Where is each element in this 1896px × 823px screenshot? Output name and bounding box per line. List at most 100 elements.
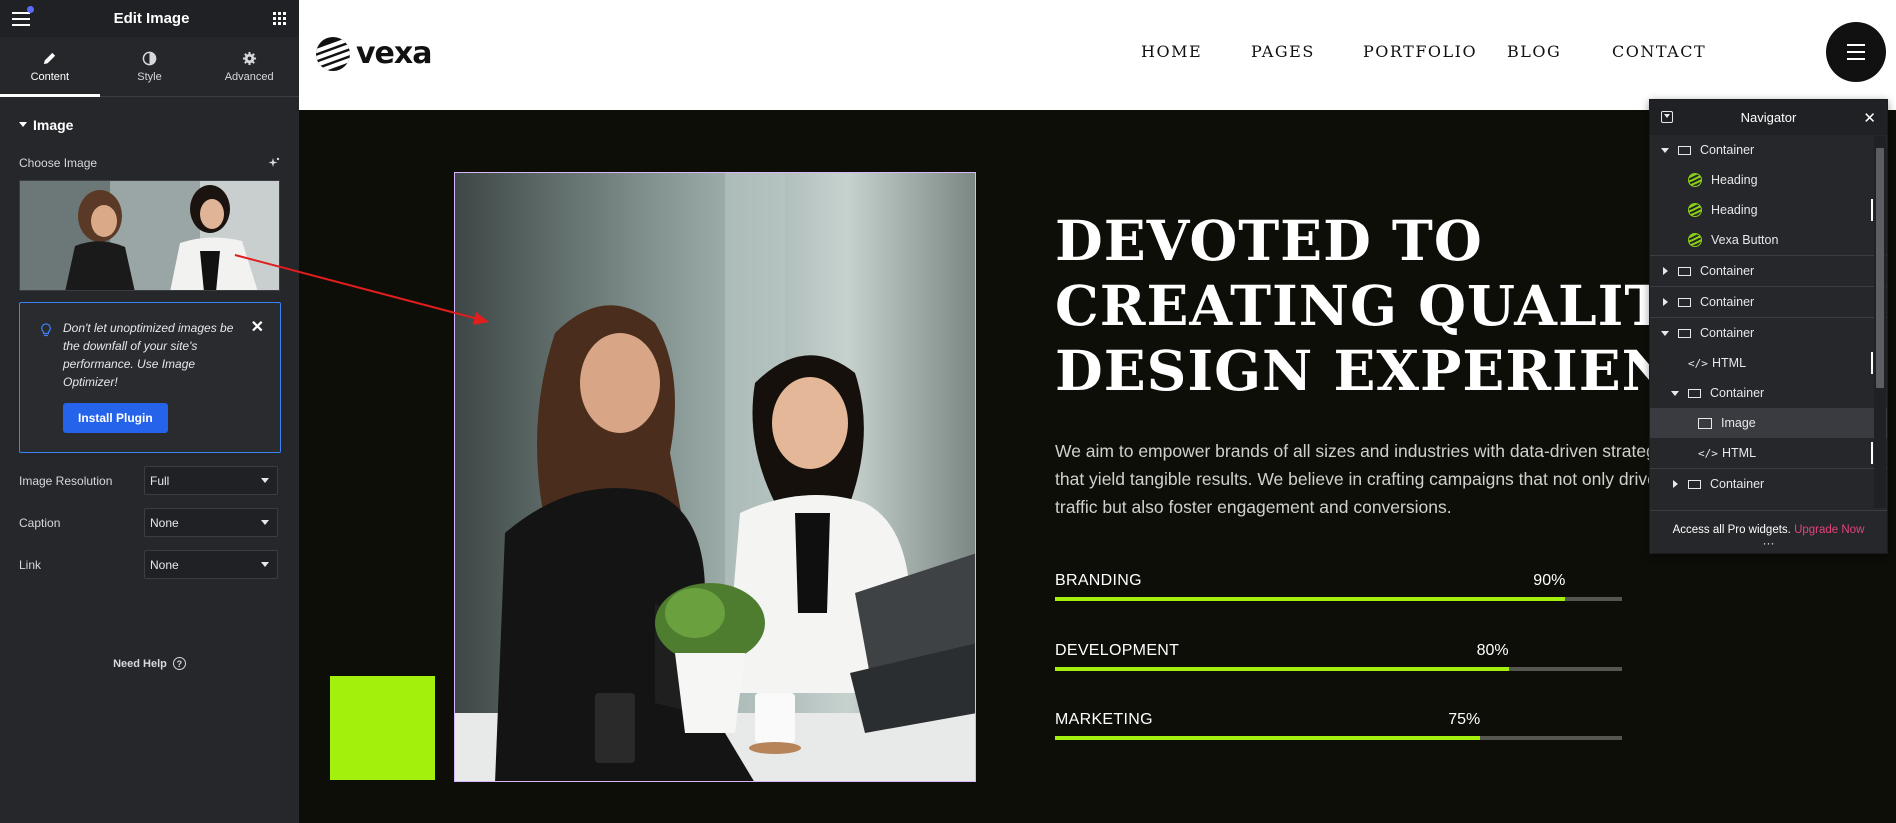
link-select[interactable]: None	[144, 550, 278, 579]
code-icon: </>	[1698, 446, 1718, 460]
nav-portfolio[interactable]: PORTFOLIO	[1363, 42, 1477, 61]
caret-down-icon	[1671, 390, 1679, 396]
notice-message: Don't let unoptimized images be the down…	[63, 321, 234, 389]
need-help-link[interactable]: Need Help ?	[0, 657, 299, 670]
navigator-item-container[interactable]: Container	[1650, 287, 1887, 317]
logo-text: vexa	[356, 36, 432, 71]
navigator-item-label: Container	[1710, 477, 1765, 491]
link-control: Link None	[0, 550, 299, 579]
navigator-item-label: Heading	[1711, 173, 1758, 187]
image-resolution-select[interactable]: Full	[144, 466, 278, 495]
pro-promo: Access all Pro widgets. Upgrade Now	[1650, 524, 1887, 536]
scrollbar-thumb[interactable]	[1876, 148, 1884, 388]
caption-label: Caption	[19, 515, 61, 530]
skill-fill	[1055, 597, 1566, 601]
chevron-down-icon	[261, 520, 269, 525]
navigator-item-heading[interactable]: Heading	[1650, 165, 1887, 195]
panel-tabs: Content Style Advanced	[0, 37, 299, 97]
link-value: None	[150, 557, 179, 572]
skill-percent: 90%	[1533, 572, 1566, 589]
navigator-item-html[interactable]: </> HTML	[1650, 438, 1887, 468]
image-optimizer-notice: Don't let unoptimized images be the down…	[19, 302, 281, 453]
navigator-header[interactable]: Navigator ✕	[1650, 100, 1887, 135]
container-icon	[1678, 266, 1691, 276]
nav-home[interactable]: HOME	[1141, 42, 1202, 61]
widgets-grid-icon[interactable]	[272, 11, 287, 26]
navigator-item-heading[interactable]: Heading	[1650, 195, 1887, 225]
navigator-item-html[interactable]: </> HTML	[1650, 348, 1887, 378]
panel-header: Edit Image	[0, 0, 299, 37]
caret-right-icon	[1672, 480, 1678, 488]
visibility-indicator	[1871, 352, 1873, 374]
navigator-item-label: Heading	[1711, 203, 1758, 217]
help-icon: ?	[172, 657, 186, 670]
choose-image-label: Choose Image	[19, 156, 98, 170]
caret-down-icon	[19, 122, 27, 127]
nav-contact[interactable]: CONTACT	[1612, 42, 1706, 61]
pixel-square	[330, 676, 435, 780]
navigator-tree: Container Heading Heading Vexa Button Co…	[1650, 135, 1887, 499]
navigator-item-label: HTML	[1722, 446, 1757, 460]
heading-widget-icon	[1688, 173, 1702, 187]
navigator-item-label: Container	[1700, 326, 1755, 340]
site-header: vexa HOME PAGES PORTFOLIO BLOG CONTACT	[299, 0, 1896, 110]
navigator-title: Navigator	[1740, 110, 1797, 125]
upgrade-now-link[interactable]: Upgrade Now	[1794, 524, 1864, 536]
navigator-item-container[interactable]: Container	[1650, 135, 1887, 165]
navigator-scrollbar[interactable]	[1874, 136, 1886, 508]
navigator-item-vexa-button[interactable]: Vexa Button	[1650, 225, 1887, 255]
container-icon	[1678, 297, 1691, 307]
navigator-item-container[interactable]: Container	[1650, 378, 1887, 408]
tab-advanced-label: Advanced	[224, 70, 274, 83]
caret-down-icon	[1661, 330, 1669, 336]
container-icon	[1688, 388, 1701, 398]
skill-track	[1055, 736, 1622, 740]
skill-track	[1055, 667, 1622, 671]
menu-icon[interactable]	[12, 5, 34, 26]
navigator-item-container[interactable]: Container	[1650, 469, 1887, 499]
collapse-all-icon[interactable]	[1661, 111, 1673, 123]
pencil-icon	[44, 52, 56, 64]
chevron-down-icon	[261, 478, 269, 483]
caret-right-icon	[1662, 298, 1668, 306]
heading-widget-icon	[1688, 203, 1702, 217]
skill-label: BRANDING	[1055, 572, 1142, 589]
skill-development: DEVELOPMENT 80%	[1055, 642, 1622, 671]
nav-blog[interactable]: BLOG	[1507, 42, 1561, 61]
caret-right-icon	[1662, 267, 1668, 275]
navigator-item-label: Image	[1721, 416, 1756, 430]
contrast-icon	[142, 51, 157, 65]
close-icon[interactable]: ✕	[1863, 109, 1876, 127]
caret-down-icon	[1661, 147, 1669, 153]
skill-percent: 80%	[1476, 642, 1509, 659]
install-plugin-button[interactable]: Install Plugin	[63, 403, 168, 433]
skill-track	[1055, 597, 1622, 601]
navigator-panel: Navigator ✕ Container Heading Heading Ve…	[1649, 99, 1888, 554]
lightbulb-icon	[41, 323, 51, 337]
logo-mark-icon	[316, 36, 350, 71]
navigator-item-image[interactable]: Image	[1650, 408, 1887, 438]
tab-advanced[interactable]: Advanced	[199, 37, 299, 96]
ai-sparkle-icon[interactable]	[268, 157, 280, 169]
resize-handle-icon[interactable]: ···	[1650, 537, 1887, 549]
navigator-item-container[interactable]: Container	[1650, 256, 1887, 286]
navigator-item-container[interactable]: Container	[1650, 318, 1887, 348]
site-logo[interactable]: vexa	[316, 36, 432, 71]
tab-style[interactable]: Style	[100, 37, 200, 96]
image-section-toggle[interactable]: Image	[0, 97, 299, 152]
tab-content[interactable]: Content	[0, 37, 100, 97]
hamburger-menu-button[interactable]	[1826, 22, 1886, 82]
pro-promo-text: Access all Pro widgets.	[1672, 524, 1791, 536]
nav-pages[interactable]: PAGES	[1251, 42, 1315, 61]
image-preview[interactable]	[19, 180, 280, 291]
close-icon[interactable]: ✕	[251, 317, 264, 337]
skill-fill	[1055, 736, 1481, 740]
caption-select[interactable]: None	[144, 508, 278, 537]
hero-image[interactable]	[454, 172, 976, 782]
tab-style-label: Style	[137, 70, 162, 83]
caption-control: Caption None	[0, 508, 299, 537]
navigator-item-label: Container	[1700, 295, 1755, 309]
container-icon	[1688, 479, 1701, 489]
visibility-indicator	[1871, 442, 1873, 464]
image-widget-icon	[1698, 417, 1712, 429]
